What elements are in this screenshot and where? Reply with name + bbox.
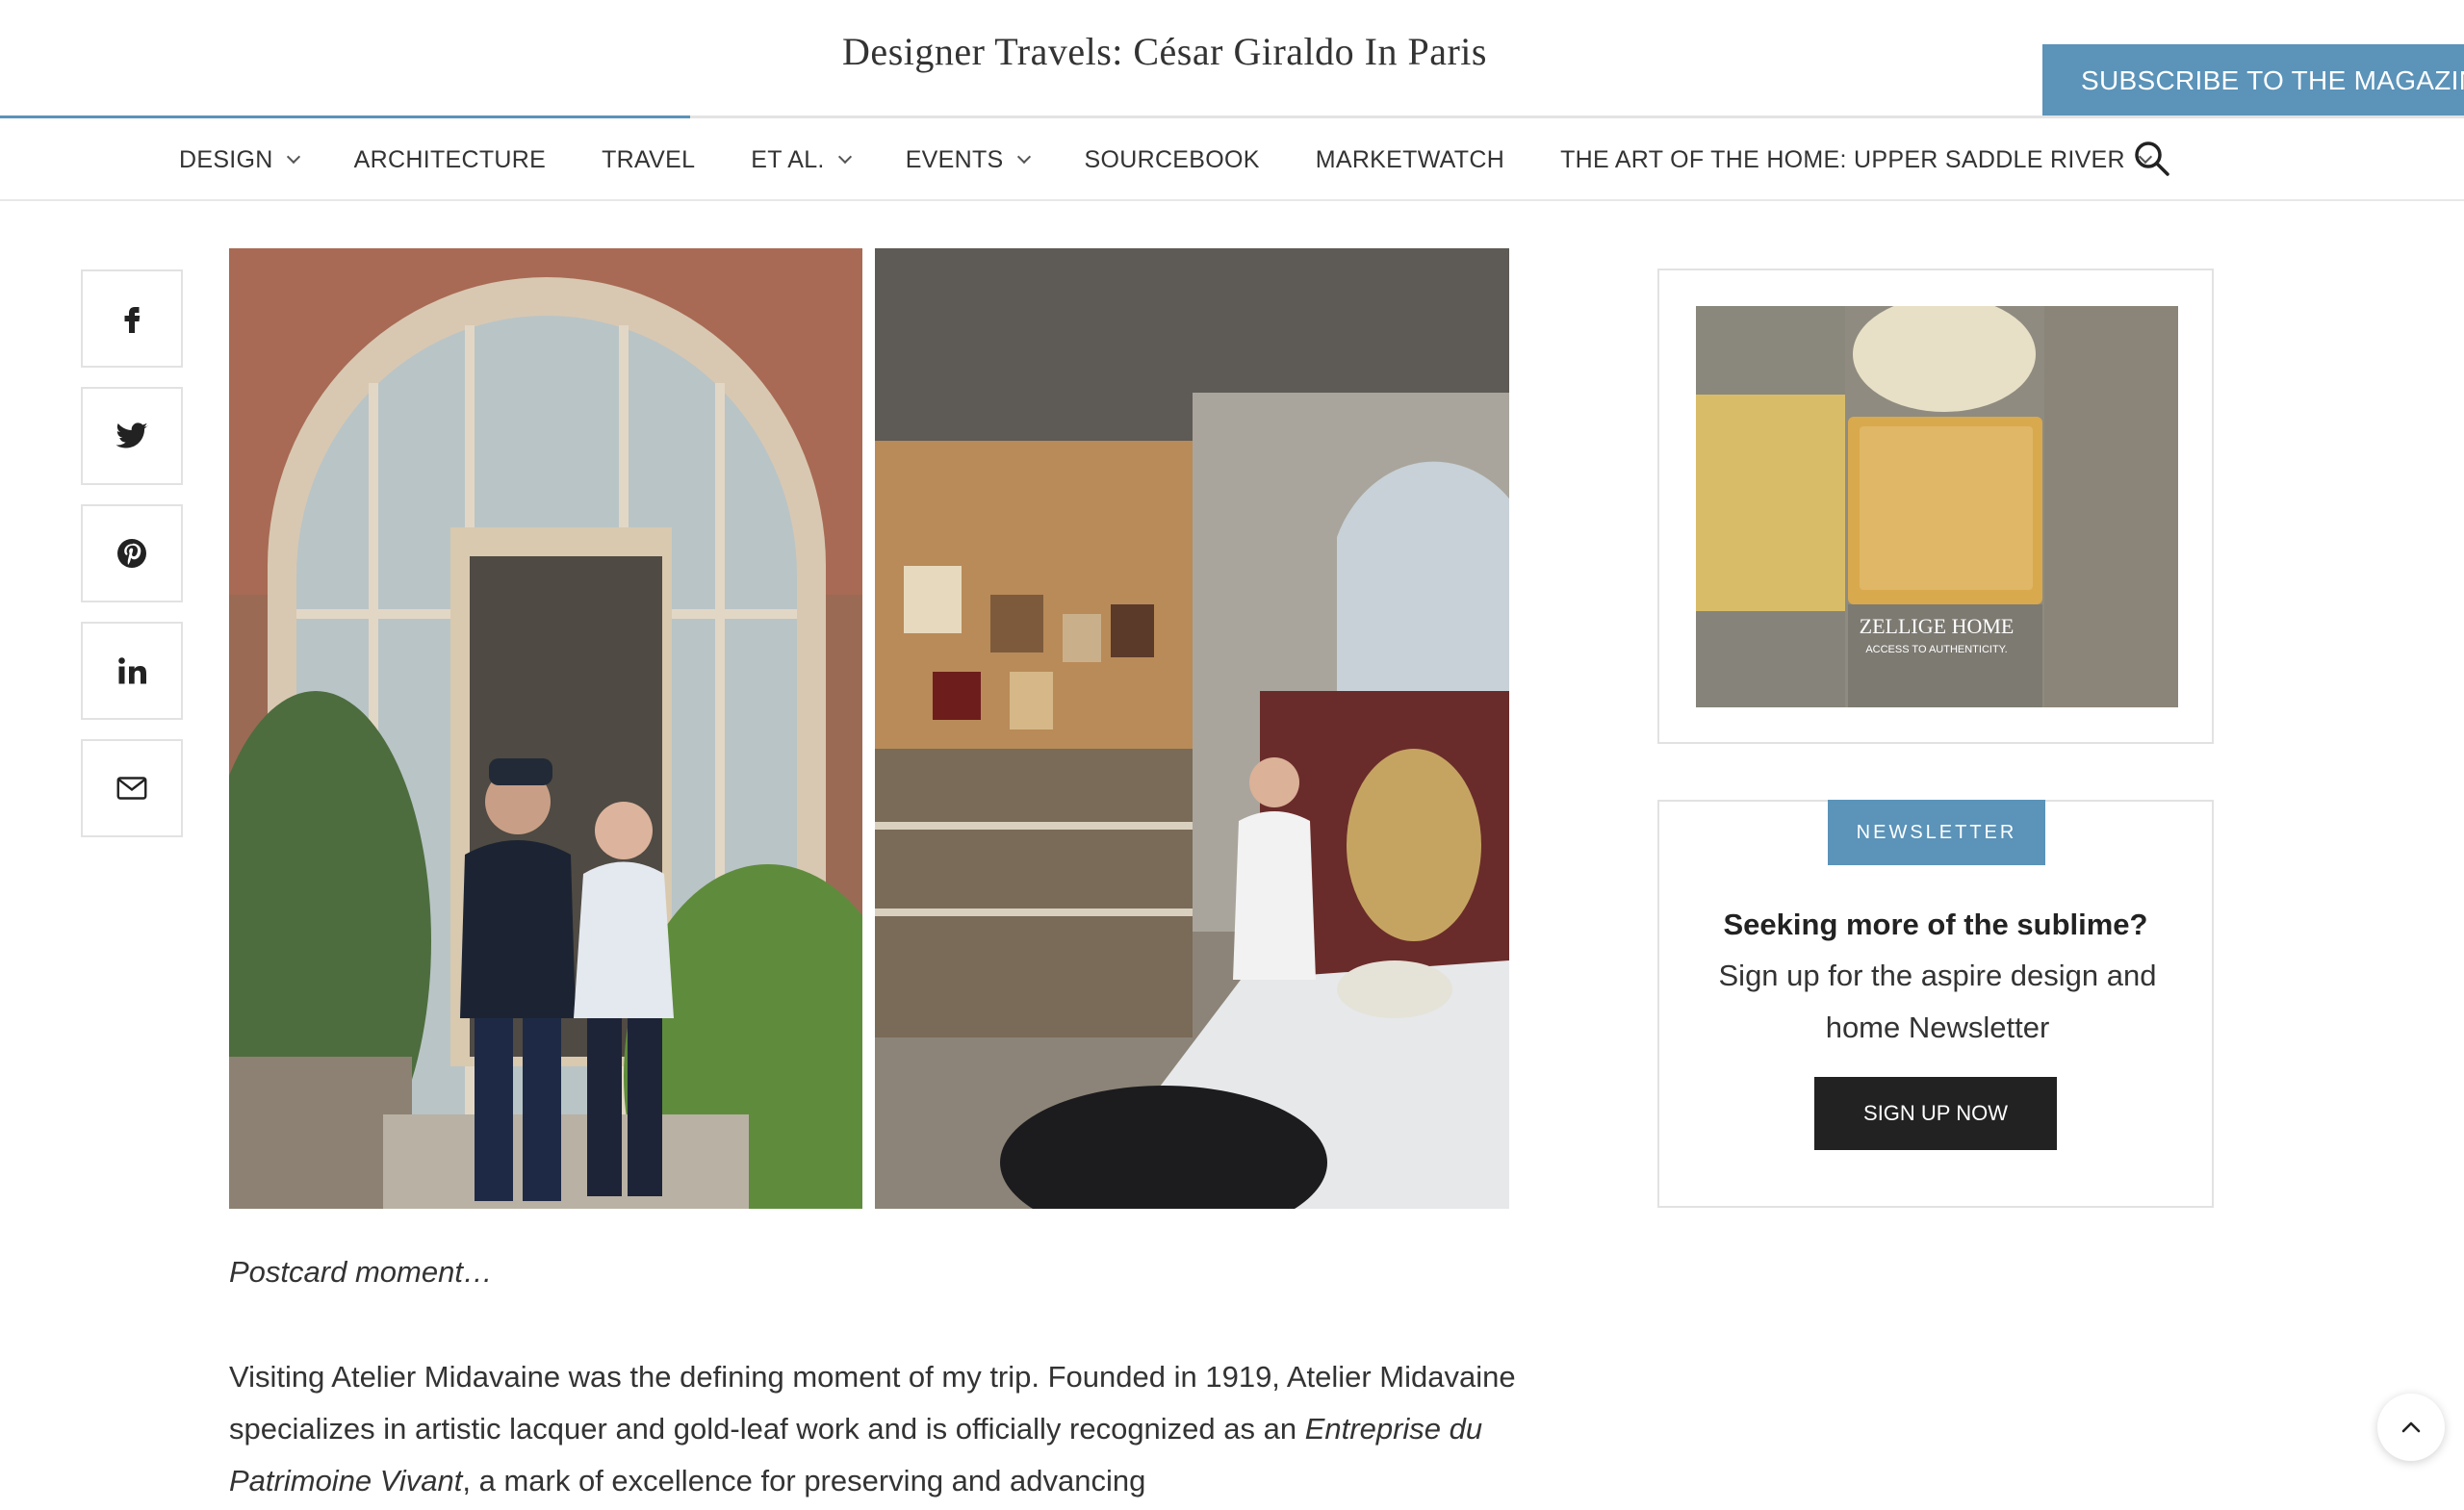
- share-facebook-button[interactable]: [81, 269, 183, 368]
- share-email-button[interactable]: [81, 739, 183, 837]
- nav-item-et-al[interactable]: ET AL.: [751, 145, 852, 174]
- search-icon[interactable]: [2133, 140, 2171, 178]
- back-to-top-button[interactable]: [2377, 1394, 2445, 1461]
- email-icon: [116, 777, 147, 800]
- article-photo-atelier: [875, 248, 1509, 1209]
- newsletter-widget: NEWSLETTER Seeking more of the sublime? …: [1657, 800, 2214, 1208]
- newsletter-heading: Seeking more of the sublime?: [1723, 908, 2148, 941]
- nav-item-label: MARKETWATCH: [1315, 145, 1505, 173]
- newsletter-description: Sign up for the aspire design and home N…: [1718, 959, 2157, 1044]
- chevron-down-icon: [837, 149, 852, 165]
- paragraph-text-2: , a mark of excellence for preserving an…: [462, 1464, 1146, 1497]
- nav-item-sourcebook[interactable]: SOURCEBOOK: [1085, 146, 1260, 174]
- share-linkedin-button[interactable]: [81, 622, 183, 720]
- nav-item-label: THE ART OF THE HOME: UPPER SADDLE RIVER: [1560, 145, 2125, 173]
- photo-caption: Postcard moment…: [229, 1255, 493, 1289]
- article-title: Designer Travels: César Giraldo In Paris: [842, 30, 1487, 73]
- pinterest-icon: [117, 539, 146, 568]
- nav-item-label: ET AL.: [751, 145, 825, 173]
- nav-item-architecture[interactable]: ARCHITECTURE: [354, 146, 546, 174]
- share-twitter-button[interactable]: [81, 387, 183, 485]
- zellige-home-ad[interactable]: ZELLIGE HOME ACCESS TO AUTHENTICITY.: [1696, 306, 2178, 707]
- main-navigation: DESIGN ARCHITECTURE TRAVEL ET AL. EVENTS SOUR…: [0, 118, 2464, 201]
- article-paragraph: Visiting Atelier Midavaine was the defin…: [229, 1351, 1519, 1507]
- share-rail: [81, 269, 183, 857]
- ad-brand: ZELLIGE HOME: [1860, 614, 2015, 638]
- nav-item-events[interactable]: EVENTS: [905, 145, 1031, 174]
- share-pinterest-button[interactable]: [81, 504, 183, 602]
- nav-item-marketwatch[interactable]: MARKETWATCH: [1316, 146, 1504, 174]
- chevron-up-icon: [2401, 1421, 2421, 1433]
- chevron-down-icon: [1016, 149, 1031, 165]
- sign-up-button[interactable]: SIGN UP NOW: [1814, 1077, 2057, 1150]
- nav-item-label: TRAVEL: [602, 145, 696, 173]
- subscribe-button[interactable]: SUBSCRIBE TO THE MAGAZINE: [2042, 44, 2464, 117]
- nav-list: DESIGN ARCHITECTURE TRAVEL ET AL. EVENTS SOUR…: [179, 118, 2206, 201]
- linkedin-icon: [118, 657, 146, 684]
- ad-tagline: ACCESS TO AUTHENTICITY.: [1865, 644, 2007, 655]
- nav-item-label: EVENTS: [905, 145, 1004, 173]
- twitter-icon: [116, 422, 148, 448]
- nav-item-label: SOURCEBOOK: [1084, 145, 1260, 173]
- facebook-icon: [124, 307, 141, 333]
- article-photo-doorway: [229, 248, 862, 1209]
- nav-item-label: ARCHITECTURE: [353, 145, 547, 173]
- nav-item-label: DESIGN: [179, 145, 273, 173]
- sidebar-ad: ZELLIGE HOME ACCESS TO AUTHENTICITY.: [1657, 269, 2214, 744]
- chevron-down-icon: [286, 149, 300, 165]
- newsletter-badge: NEWSLETTER: [1828, 800, 2045, 865]
- nav-item-the-art-of-the-home-upper-saddle-river[interactable]: THE ART OF THE HOME: UPPER SADDLE RIVER: [1560, 145, 2152, 174]
- nav-item-travel[interactable]: TRAVEL: [602, 146, 695, 174]
- sticky-header: Designer Travels: César Giraldo In Paris…: [0, 0, 2464, 119]
- nav-item-design[interactable]: DESIGN: [179, 145, 300, 174]
